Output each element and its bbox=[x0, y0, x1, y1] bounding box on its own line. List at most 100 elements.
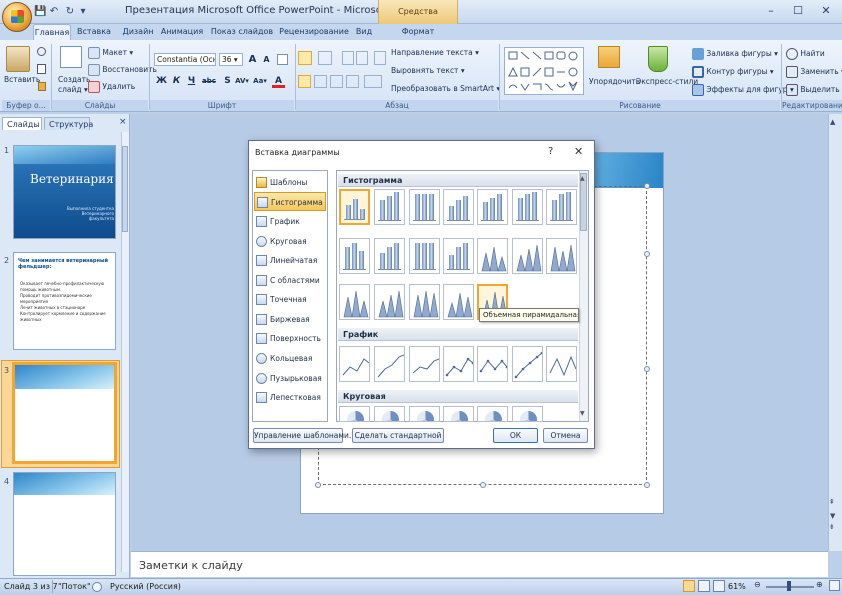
strikethrough-button[interactable]: abc bbox=[200, 75, 218, 88]
chart-type-pyramid-2[interactable] bbox=[374, 284, 405, 320]
decrease-indent-icon[interactable] bbox=[342, 51, 354, 65]
text-direction-button[interactable]: Направление текста ▾ bbox=[391, 48, 479, 57]
chart-type-column-4[interactable] bbox=[443, 189, 474, 225]
chart-type-line-3d[interactable] bbox=[546, 346, 577, 382]
align-left-icon[interactable] bbox=[298, 75, 311, 88]
chart-type-cone-2[interactable] bbox=[512, 238, 543, 274]
clear-format-icon[interactable] bbox=[277, 54, 288, 65]
ok-button[interactable]: ОК bbox=[493, 428, 538, 443]
replace-button[interactable]: Заменить ▾ bbox=[786, 66, 842, 78]
chart-type-line-markers-2[interactable] bbox=[477, 346, 508, 382]
scroll-up-icon[interactable]: ▲ bbox=[830, 118, 835, 126]
new-slide-dropdown[interactable]: слайд ▾ bbox=[58, 85, 88, 94]
change-case-button[interactable]: Аа▾ bbox=[251, 75, 269, 88]
slide-thumbnail-4[interactable] bbox=[13, 472, 116, 576]
category-bar[interactable]: Линейчатая bbox=[254, 251, 326, 270]
align-text-button[interactable]: Выровнять текст ▾ bbox=[391, 66, 465, 75]
spellcheck-icon[interactable] bbox=[92, 582, 102, 592]
manage-templates-button[interactable]: Управление шаблонами... bbox=[253, 428, 356, 443]
category-templates[interactable]: Шаблоны bbox=[254, 173, 326, 192]
tab-design[interactable]: Дизайн bbox=[120, 24, 156, 40]
copy-icon[interactable] bbox=[37, 64, 46, 74]
chart-type-pyramid-3[interactable] bbox=[409, 284, 440, 320]
chart-type-pie-4[interactable] bbox=[443, 406, 474, 422]
tab-slides[interactable]: Слайды bbox=[2, 117, 42, 130]
zoom-in-icon[interactable]: ⊕ bbox=[816, 580, 823, 589]
arrange-button[interactable]: Упорядочить bbox=[589, 77, 640, 86]
tab-format[interactable]: Формат bbox=[398, 24, 438, 40]
resize-handle[interactable] bbox=[644, 251, 650, 257]
scroll-down-icon[interactable]: ▼ bbox=[830, 512, 835, 520]
resize-handle[interactable] bbox=[644, 482, 650, 488]
dialog-close-icon[interactable]: ✕ bbox=[574, 145, 583, 158]
delete-slide-button[interactable]: Удалить bbox=[88, 81, 135, 93]
shrink-font-button[interactable]: A bbox=[260, 53, 273, 66]
fit-to-window-icon[interactable] bbox=[829, 580, 840, 591]
pane-close-icon[interactable]: × bbox=[119, 117, 127, 127]
format-painter-icon[interactable] bbox=[38, 82, 46, 91]
shape-effects-button[interactable]: Эффекты для фигур ▾ bbox=[692, 84, 794, 96]
quick-styles-icon[interactable] bbox=[648, 46, 668, 72]
category-stock[interactable]: Биржевая bbox=[254, 310, 326, 329]
paste-icon[interactable] bbox=[6, 46, 30, 72]
numbering-icon[interactable] bbox=[318, 51, 332, 65]
chart-type-pyramid-1[interactable] bbox=[339, 284, 370, 320]
gallery-scroll-up-icon[interactable]: ▲ bbox=[580, 175, 585, 182]
slide-thumbnail-3[interactable] bbox=[12, 362, 117, 464]
tab-review[interactable]: Рецензирование bbox=[279, 24, 349, 40]
chart-type-cylinder-1[interactable] bbox=[339, 238, 370, 274]
language-indicator[interactable]: Русский (Россия) bbox=[110, 580, 181, 593]
resize-handle[interactable] bbox=[644, 183, 650, 189]
main-vertical-scrollbar[interactable] bbox=[828, 114, 842, 551]
pane-scroll-thumb[interactable] bbox=[122, 146, 128, 232]
chart-type-column-3[interactable] bbox=[409, 189, 440, 225]
tab-insert[interactable]: Вставка bbox=[76, 24, 112, 40]
chart-type-pyramid-4[interactable] bbox=[443, 284, 474, 320]
shapes-gallery[interactable] bbox=[504, 47, 584, 95]
chart-type-column-1[interactable] bbox=[339, 189, 370, 225]
underline-button[interactable]: Ч bbox=[185, 75, 198, 88]
chart-type-pie-1[interactable] bbox=[339, 406, 370, 422]
font-color-button[interactable]: A bbox=[272, 75, 285, 88]
shape-outline-button[interactable]: Контур фигуры ▾ bbox=[692, 66, 774, 78]
category-doughnut[interactable]: Кольцевая bbox=[254, 349, 326, 368]
align-right-icon[interactable] bbox=[330, 75, 343, 88]
char-spacing-button[interactable]: AV▾ bbox=[233, 75, 251, 88]
chart-type-column-2[interactable] bbox=[374, 189, 405, 225]
set-as-default-button[interactable]: Сделать стандартной bbox=[352, 428, 444, 443]
category-pie[interactable]: Круговая bbox=[254, 232, 326, 251]
zoom-slider-thumb[interactable] bbox=[787, 581, 791, 591]
chart-type-cylinder-3[interactable] bbox=[409, 238, 440, 274]
category-bubble[interactable]: Пузырьковая bbox=[254, 369, 326, 388]
layout-button[interactable]: Макет ▾ bbox=[88, 47, 133, 59]
italic-button[interactable]: К bbox=[170, 75, 183, 88]
arrange-icon[interactable] bbox=[598, 46, 620, 68]
prev-slide-icon[interactable]: ⇞ bbox=[829, 498, 835, 507]
maximize-button[interactable]: ☐ bbox=[785, 3, 811, 19]
resize-handle[interactable] bbox=[315, 482, 321, 488]
slide-thumbnail-2[interactable]: Чем занимается ветеринарный фельдшер: Ок… bbox=[13, 252, 116, 350]
normal-view-icon[interactable] bbox=[683, 580, 695, 592]
slide-sorter-icon[interactable] bbox=[698, 580, 710, 592]
gallery-scroll-down-icon[interactable]: ▼ bbox=[580, 410, 585, 417]
chart-type-pie-2[interactable] bbox=[374, 406, 405, 422]
font-name-select[interactable]: Constantia (Осн ▾ bbox=[154, 53, 216, 66]
redo-icon[interactable]: ↻ bbox=[64, 4, 76, 19]
increase-indent-icon[interactable] bbox=[356, 51, 368, 65]
justify-icon[interactable] bbox=[346, 75, 359, 88]
columns-icon[interactable] bbox=[364, 75, 382, 88]
next-slide-icon[interactable]: ⇟ bbox=[829, 523, 835, 532]
chart-type-cylinder-4[interactable] bbox=[443, 238, 474, 274]
chart-type-column-7[interactable] bbox=[546, 189, 577, 225]
category-radar[interactable]: Лепестковая bbox=[254, 388, 326, 407]
help-icon[interactable]: ? bbox=[548, 146, 553, 157]
chart-type-line-markers-3[interactable] bbox=[512, 346, 543, 382]
slideshow-view-icon[interactable] bbox=[713, 580, 725, 592]
chart-type-cylinder-2[interactable] bbox=[374, 238, 405, 274]
chart-type-line-markers-1[interactable] bbox=[443, 346, 474, 382]
cut-icon[interactable] bbox=[37, 47, 46, 56]
line-spacing-icon[interactable] bbox=[374, 51, 386, 65]
paste-button[interactable]: Вставить bbox=[4, 75, 40, 84]
category-line[interactable]: График bbox=[254, 212, 326, 231]
chart-type-line-1[interactable] bbox=[339, 346, 370, 382]
